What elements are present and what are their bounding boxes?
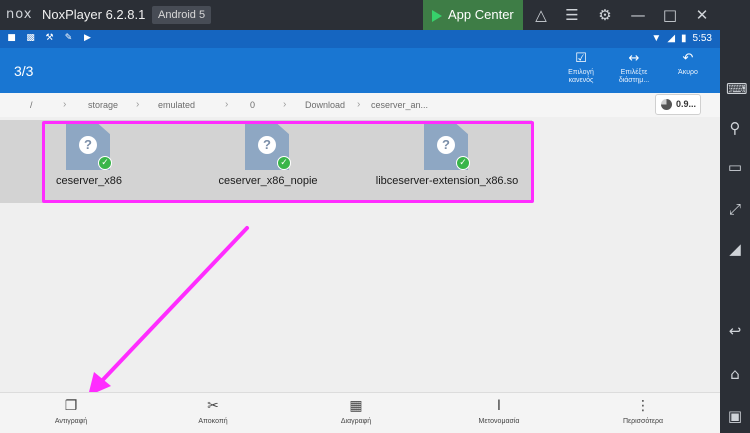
select-none-label: Επιλογή κανενός <box>568 69 594 84</box>
chevron-right-icon: › <box>225 99 229 110</box>
fullscreen-icon[interactable]: ⤢ <box>726 200 744 218</box>
location-icon[interactable]: ⚲ <box>726 119 744 137</box>
text-cursor-icon: I <box>496 398 502 414</box>
android-status-bar: ■ ▩ ⚒ ✎ ▶ ▼ ◢ ▮ 5:53 <box>0 30 720 48</box>
breadcrumb-0[interactable]: 0 <box>250 100 255 110</box>
check-icon: ✓ <box>98 156 112 170</box>
app-center-label: App Center <box>448 7 514 22</box>
more-label: Περισσότερα <box>622 418 664 425</box>
back-icon[interactable]: ↩ <box>726 322 744 340</box>
delete-label: Διαγραφή <box>340 418 372 425</box>
chevron-right-icon: › <box>63 99 67 110</box>
cancel-button[interactable]: ↶ Άκυρο <box>662 52 714 77</box>
copy-label: Αντιγραφή <box>54 418 88 425</box>
pen-icon: ✎ <box>64 33 73 43</box>
menu-icon[interactable]: ☰ <box>563 6 581 24</box>
clock: 5:53 <box>692 33 712 44</box>
android-version-badge: Android 5 <box>152 6 212 24</box>
cut-button[interactable]: ✂ Αποκοπή <box>168 398 258 425</box>
android-screen: ■ ▩ ⚒ ✎ ▶ ▼ ◢ ▮ 5:53 3/3 ☑ Επιλογή κανεν… <box>0 30 720 433</box>
recent-apps-icon[interactable]: ▣ <box>726 407 744 425</box>
scissors-icon: ✂ <box>207 398 219 414</box>
file-item[interactable]: ? ✓ ceserver_x86 <box>14 120 164 203</box>
storage-indicator[interactable]: 0.9... <box>655 94 701 115</box>
check-icon: ✓ <box>277 156 291 170</box>
rename-button[interactable]: I Μετονομασία <box>454 398 544 425</box>
chevron-right-icon: › <box>357 99 361 110</box>
copy-icon: ❐ <box>64 398 78 414</box>
chevron-right-icon: › <box>283 99 287 110</box>
file-name: libceserver-extension_x86.so <box>375 175 519 187</box>
play-store-icon <box>432 10 442 22</box>
maximize-icon[interactable]: □ <box>661 6 679 24</box>
minimize-icon[interactable]: — <box>629 6 647 24</box>
breadcrumb-storage[interactable]: storage <box>88 100 118 110</box>
home-icon[interactable]: ⌂ <box>726 365 744 383</box>
select-none-button[interactable]: ☑ Επιλογή κανενός <box>555 52 607 85</box>
wrench-icon: ⚒ <box>45 33 54 43</box>
cancel-label: Άκυρο <box>678 69 698 76</box>
more-button[interactable]: ⋮ Περισσότερα <box>598 398 688 425</box>
file-name: ceserver_x86_nopie <box>218 175 318 187</box>
copy-button[interactable]: ❐ Αντιγραφή <box>26 398 116 425</box>
emulator-title-bar: nox NoxPlayer 6.2.8.1 Android 5 App Cent… <box>0 0 750 30</box>
app-center-button[interactable]: App Center <box>423 0 523 30</box>
breadcrumb: / › storage › emulated › 0 › Download › … <box>0 93 720 117</box>
check-icon: ✓ <box>456 156 470 170</box>
pie-chart-icon <box>661 99 672 110</box>
screen-icon: ■ <box>7 33 16 43</box>
signal-icon: ◢ <box>667 33 676 44</box>
breadcrumb-current[interactable]: ceserver_an... <box>371 100 428 110</box>
close-icon[interactable]: ✕ <box>693 6 711 24</box>
file-name: ceserver_x86 <box>55 175 123 187</box>
rename-label: Μετονομασία <box>478 418 520 425</box>
file-item[interactable]: ? ✓ libceserver-extension_x86.so <box>372 120 522 203</box>
bottom-action-bar: ❐ Αντιγραφή ✂ Αποκοπή ▦ Διαγραφή I Μετον… <box>0 392 720 433</box>
window-title: NoxPlayer 6.2.8.1 <box>42 7 146 22</box>
delete-button[interactable]: ▦ Διαγραφή <box>311 398 401 425</box>
selection-count: 3/3 <box>14 63 34 79</box>
trash-icon: ▦ <box>349 398 363 414</box>
breadcrumb-emulated[interactable]: emulated <box>158 100 195 110</box>
keyboard-icon[interactable]: ⌨ <box>726 80 748 98</box>
chevron-right-icon: › <box>136 99 140 110</box>
monitor-icon: ▩ <box>26 33 35 43</box>
storage-value: 0.9... <box>676 99 697 109</box>
select-range-label: Επιλέξτε διάστημ... <box>618 69 650 84</box>
more-vertical-icon: ⋮ <box>636 398 650 414</box>
undo-icon: ↶ <box>682 51 694 66</box>
cut-label: Αποκοπή <box>198 418 228 425</box>
play-icon: ▶ <box>84 33 91 43</box>
range-icon: ↔ <box>628 51 640 66</box>
breadcrumb-root[interactable]: / <box>30 100 33 110</box>
emulator-sidebar: ⌨ ⚲ ▭ ⤢ ◢ ↩ ⌂ ▣ <box>720 30 750 433</box>
volume-icon[interactable]: ◢ <box>726 240 744 258</box>
file-item[interactable]: ? ✓ ceserver_x86_nopie <box>193 120 343 203</box>
checkbox-icon: ☑ <box>575 51 587 66</box>
shirt-icon[interactable]: △ <box>532 6 550 24</box>
wifi-icon: ▼ <box>651 33 662 44</box>
select-range-button[interactable]: ↔ Επιλέξτε διάστημ... <box>608 52 660 85</box>
file-list: ? ✓ ceserver_x86 ? ✓ ceserver_x86_nopie … <box>0 120 532 203</box>
nox-logo: nox <box>6 7 33 22</box>
screen-icon[interactable]: ▭ <box>726 158 744 176</box>
breadcrumb-download[interactable]: Download <box>305 100 345 110</box>
battery-icon: ▮ <box>681 33 687 44</box>
gear-icon[interactable]: ⚙ <box>596 6 614 24</box>
selection-app-bar: 3/3 ☑ Επιλογή κανενός ↔ Επιλέξτε διάστημ… <box>0 48 720 93</box>
